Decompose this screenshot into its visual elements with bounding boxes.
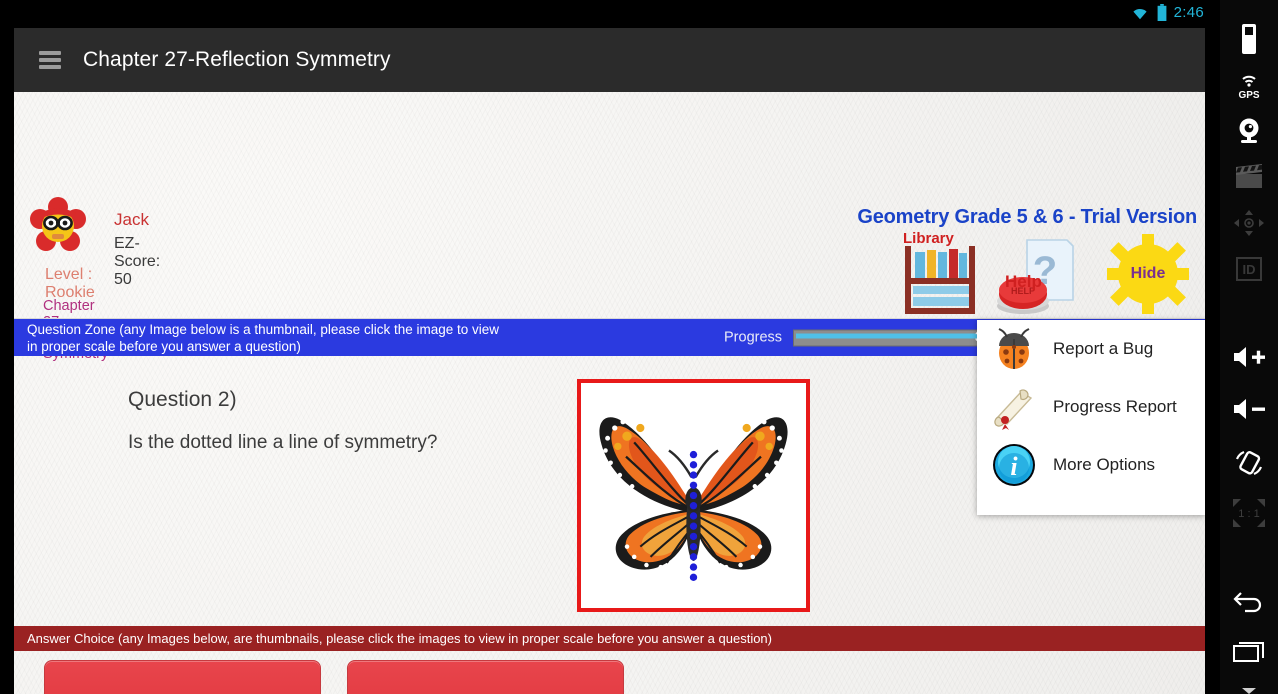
user-name: Jack — [114, 210, 149, 229]
svg-text:1 : 1: 1 : 1 — [1238, 508, 1259, 520]
menu-item-more-options[interactable]: i More Options — [977, 436, 1205, 494]
question-number: Question 2) — [128, 388, 237, 411]
phone-power-icon[interactable] — [1220, 16, 1278, 62]
library-button[interactable]: Library — [897, 230, 989, 316]
menu-item-label: More Options — [1053, 455, 1156, 474]
svg-text:GPS: GPS — [1238, 90, 1259, 100]
answer-button-no[interactable]: No — [347, 660, 624, 694]
header-tool-icons: Library ? HELP Help Hide — [897, 230, 1197, 316]
progress-indicator: Progress 33% — [724, 329, 1016, 346]
rotate-icon[interactable] — [1220, 440, 1278, 486]
gps-icon[interactable]: GPS — [1220, 62, 1278, 108]
overflow-popup-menu: Report a Bug Progress Report i More Opti… — [977, 320, 1205, 515]
wifi-icon — [1130, 5, 1150, 20]
clapperboard-icon — [1220, 154, 1278, 200]
hamburger-icon[interactable] — [39, 51, 61, 69]
answer-choice-text: Answer Choice (any Images below, are thu… — [27, 631, 772, 646]
help-label: Help — [1005, 272, 1042, 291]
device-screenshot: 2:46 Chapter 27-Reflection Symmetry Jack… — [0, 0, 1278, 694]
back-arrow-icon[interactable] — [1220, 578, 1278, 624]
gear-icon — [1105, 234, 1191, 318]
hide-button[interactable]: Hide — [1105, 234, 1191, 314]
status-time: 2:46 — [1173, 3, 1204, 21]
app-screen: Chapter 27-Reflection Symmetry Jack EZ-S… — [14, 28, 1205, 694]
info-circle-icon: i — [991, 442, 1037, 488]
progress-bar-fill — [796, 333, 991, 338]
flower-face-avatar — [30, 197, 86, 253]
dpad-icon — [1220, 200, 1278, 246]
scroll-icon — [991, 384, 1037, 430]
library-label: Library — [903, 230, 954, 247]
answer-choice-banner: Answer Choice (any Images below, are thu… — [14, 626, 1205, 651]
question-zone-text: Question Zone (any Image below is a thum… — [14, 321, 499, 355]
scale-one-to-one-icon: 1 : 1 — [1220, 490, 1278, 536]
user-score: EZ-Score: 50 — [114, 235, 161, 288]
menu-item-progress-report[interactable]: Progress Report — [977, 378, 1205, 436]
content-area: Jack EZ-Score: 50 Level : Rookie Chapter… — [14, 92, 1205, 694]
battery-icon — [1157, 3, 1167, 21]
volume-down-icon[interactable] — [1220, 386, 1278, 432]
android-status-bar: 2:46 — [0, 0, 1218, 24]
question-text: Is the dotted line a line of symmetry? — [128, 432, 438, 453]
brand-title: Geometry Grade 5 & 6 - Trial Version — [857, 206, 1197, 228]
svg-text:i: i — [1010, 452, 1018, 481]
question-zone-line1: Question Zone (any Image below is a thum… — [27, 321, 499, 337]
chevron-down-icon[interactable] — [1220, 668, 1278, 694]
butterfly-with-dotted-line-image[interactable] — [577, 379, 810, 612]
webcam-icon[interactable] — [1220, 108, 1278, 154]
hide-label: Hide — [1130, 265, 1166, 282]
emulator-tool-rail: GPS ID 1: 1 — [1220, 0, 1278, 694]
question-zone-line2: in proper scale before you answer a ques… — [27, 338, 301, 354]
help-button[interactable]: ? HELP Help — [993, 238, 1081, 316]
menu-item-label: Report a Bug — [1053, 339, 1154, 358]
svg-text:ID: ID — [1243, 262, 1256, 277]
answer-button-yes[interactable]: Yes — [44, 660, 321, 694]
menu-item-label: Progress Report — [1053, 397, 1177, 416]
progress-label: Progress — [724, 329, 783, 346]
id-icon: ID — [1220, 246, 1278, 292]
app-bar: Chapter 27-Reflection Symmetry — [14, 28, 1205, 92]
user-level: Level : Rookie — [45, 266, 95, 301]
menu-item-report-a-bug[interactable]: Report a Bug — [977, 320, 1205, 378]
ladybug-icon — [991, 326, 1037, 372]
volume-up-icon[interactable] — [1220, 334, 1278, 380]
page-title: Chapter 27-Reflection Symmetry — [83, 48, 391, 71]
